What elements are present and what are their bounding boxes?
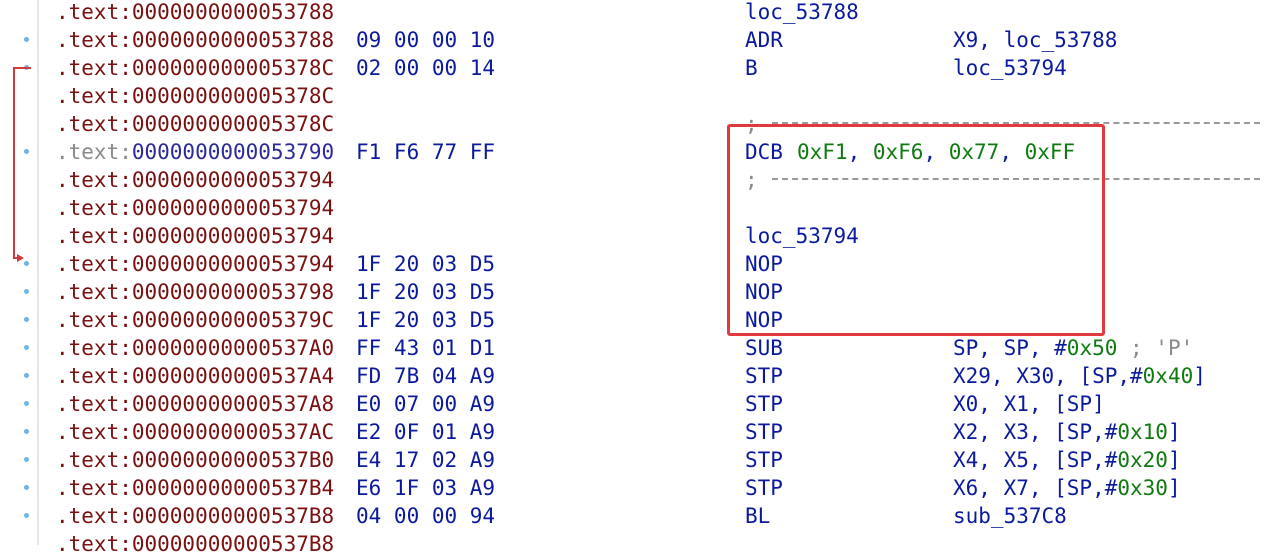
- line-address: .text:000000000005378C: [56, 112, 335, 136]
- operand-text: ]: [1167, 448, 1181, 472]
- line-address: .text:0000000000053794: [56, 196, 335, 220]
- listing-line[interactable]: .text:0000000000053788 loc_53788: [0, 0, 1265, 26]
- line-address: .text:000000000005378C: [56, 56, 335, 80]
- line-address: .text:00000000000537A4: [56, 364, 335, 388]
- listing-line[interactable]: .text:00000000000537A4 FD 7B 04 A9 STP X29,…: [0, 362, 1265, 390]
- listing-line[interactable]: .text:000000000005378C: [0, 82, 1265, 110]
- line-operands[interactable]: X29, X30, [SP,#0x40]: [953, 362, 1206, 390]
- line-address: .text:00000000000537B4: [56, 476, 335, 500]
- line-bytes: E2 0F 01 A9: [356, 420, 496, 444]
- line-address: .text:0000000000053788: [56, 0, 335, 24]
- line-address: .text:00000000000537AC: [56, 420, 335, 444]
- address-segment: .text:: [56, 140, 132, 164]
- line-operands[interactable]: X4, X5, [SP,#0x20]: [953, 446, 1181, 474]
- operand-text: SP, SP, #: [953, 336, 1067, 360]
- listing-line[interactable]: .text:00000000000537B4 E6 1F 03 A9 STP X6, …: [0, 474, 1265, 502]
- line-mnemonic[interactable]: STP: [745, 446, 783, 474]
- listing-line[interactable]: .text:00000000000537B8 04 00 00 94 BL sub_5…: [0, 502, 1265, 530]
- operand-text: ]: [1167, 476, 1181, 500]
- line-bytes: F1 F6 77 FF: [356, 140, 496, 164]
- line-bytes: 1F 20 03 D5: [356, 308, 496, 332]
- listing-line[interactable]: .text:000000000005378C 02 00 00 14 Bloc_53…: [0, 54, 1265, 82]
- line-bytes: E4 17 02 A9: [356, 448, 496, 472]
- line-bytes: 02 00 00 14: [356, 56, 496, 80]
- line-address: .text:00000000000537B8: [56, 532, 335, 556]
- line-operands[interactable]: X2, X3, [SP,#0x10]: [953, 418, 1181, 446]
- highlight-box: [727, 124, 1105, 336]
- operand-text: ]: [1167, 420, 1181, 444]
- line-address: .text:0000000000053790: [56, 138, 334, 166]
- operand-number: 0x30: [1117, 476, 1168, 500]
- listing-line[interactable]: .text:0000000000053788 09 00 00 10 ADR X9, …: [0, 26, 1265, 54]
- operand-text: X2, X3, [SP,#: [953, 420, 1118, 444]
- listing-line[interactable]: .text:00000000000537A8 E0 07 00 A9 STP X0, …: [0, 390, 1265, 418]
- line-mnemonic[interactable]: ADR: [745, 26, 783, 54]
- operand-number: 0x10: [1117, 420, 1168, 444]
- line-mnemonic[interactable]: STP: [745, 474, 783, 502]
- operand-text: ]: [1193, 364, 1206, 388]
- line-operands[interactable]: sub_537C8: [953, 502, 1067, 530]
- line-bytes: FF 43 01 D1: [356, 336, 496, 360]
- line-mnemonic[interactable]: STP: [745, 418, 783, 446]
- operand-text: X9, loc_53788: [953, 28, 1118, 52]
- line-address: .text:0000000000053794: [56, 252, 335, 276]
- line-address: .text:00000000000537B8: [56, 504, 335, 528]
- line-address: .text:000000000005378C: [56, 84, 335, 108]
- line-mnemonic[interactable]: STP: [745, 362, 783, 390]
- line-mnemonic[interactable]: STP: [745, 390, 783, 418]
- line-operands[interactable]: X0, X1, [SP]: [953, 390, 1105, 418]
- operand-number: 0x40: [1142, 364, 1194, 388]
- listing-line[interactable]: .text:00000000000537A0 FF 43 01 D1 SUB SP, …: [0, 334, 1265, 362]
- line-bytes: FD 7B 04 A9: [356, 364, 496, 388]
- operand-number: 0x20: [1117, 448, 1168, 472]
- line-operands[interactable]: SP, SP, #0x50 ; 'P': [953, 334, 1193, 362]
- line-mnemonic[interactable]: B: [745, 54, 758, 82]
- listing-line[interactable]: .text:00000000000537B0 E4 17 02 A9 STP X4, …: [0, 446, 1265, 474]
- line-mnemonic[interactable]: BL: [745, 502, 770, 530]
- operand-text: loc_53794: [953, 56, 1067, 80]
- line-operands[interactable]: X6, X7, [SP,#0x30]: [953, 474, 1181, 502]
- line-operands[interactable]: X9, loc_53788: [953, 26, 1117, 54]
- line-address: .text:0000000000053794: [56, 224, 335, 248]
- line-operands[interactable]: loc_53794: [953, 54, 1067, 82]
- address-offset: 0000000000053790: [131, 140, 335, 164]
- line-address: .text:0000000000053788: [56, 28, 335, 52]
- operand-number: 0x50: [1066, 336, 1118, 360]
- line-bytes: 1F 20 03 D5: [356, 280, 496, 304]
- operand-text: X6, X7, [SP,#: [953, 476, 1118, 500]
- line-bytes: E6 1F 03 A9: [356, 476, 496, 500]
- line-address: .text:000000000005379C: [56, 308, 335, 332]
- line-bytes: 04 00 00 94: [356, 504, 496, 528]
- operand-text: sub_537C8: [953, 504, 1067, 528]
- operand-text: X4, X5, [SP,#: [953, 448, 1118, 472]
- operand-comment: ; 'P': [1117, 336, 1194, 360]
- listing-line[interactable]: .text:00000000000537B8: [0, 530, 1265, 558]
- line-bytes: 1F 20 03 D5: [356, 252, 496, 276]
- operand-text: X0, X1, [SP]: [953, 392, 1105, 416]
- line-address: .text:0000000000053794: [56, 168, 335, 192]
- line-bytes: 09 00 00 10: [356, 28, 496, 52]
- line-mnemonic[interactable]: loc_53788: [745, 0, 859, 26]
- operand-text: X29, X30, [SP,#: [953, 364, 1143, 388]
- line-address: .text:00000000000537A0: [56, 336, 335, 360]
- line-bytes: E0 07 00 A9: [356, 392, 496, 416]
- line-address: .text:00000000000537A8: [56, 392, 335, 416]
- listing-line[interactable]: .text:00000000000537AC E2 0F 01 A9 STP X2, …: [0, 418, 1265, 446]
- line-mnemonic[interactable]: SUB: [745, 334, 783, 362]
- line-address: .text:0000000000053798: [56, 280, 335, 304]
- line-address: .text:00000000000537B0: [56, 448, 335, 472]
